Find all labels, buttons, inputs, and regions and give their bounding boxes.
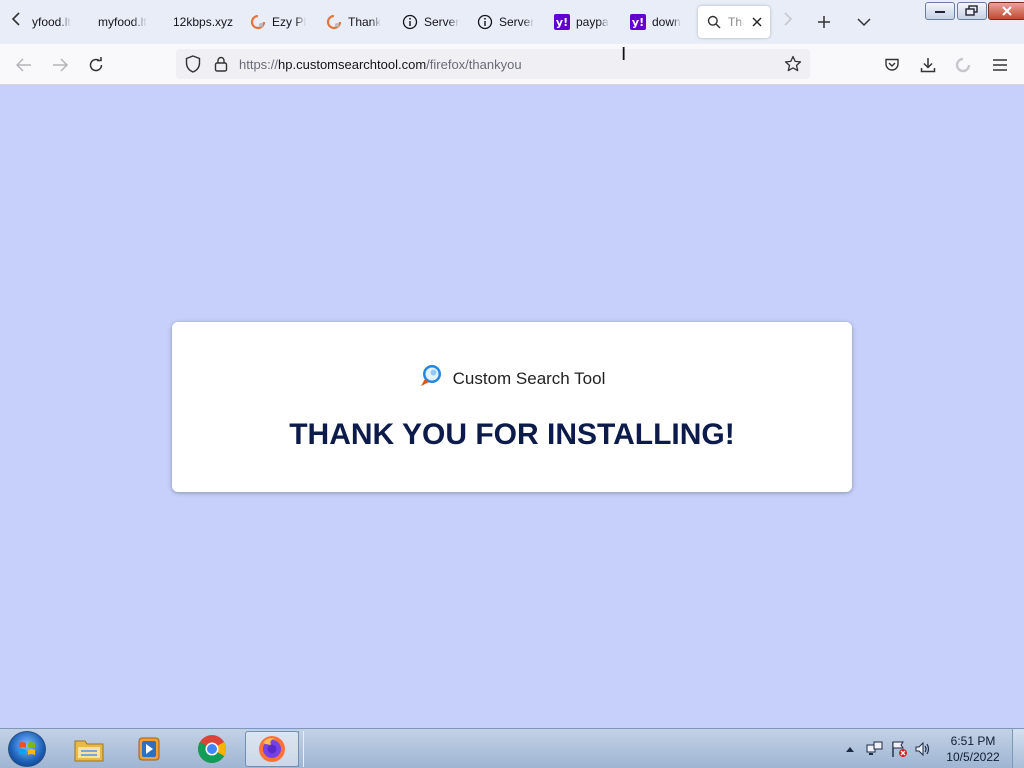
chevron-down-icon	[857, 18, 871, 27]
speaker-icon	[915, 741, 930, 757]
show-hidden-icons-button[interactable]	[842, 739, 858, 759]
url-path: /firefox/thankyou	[426, 57, 522, 72]
info-icon	[402, 14, 418, 30]
show-desktop-button[interactable]	[1012, 729, 1024, 768]
tab-yfood[interactable]: yfood.lt	[32, 6, 80, 38]
tab-strip: yfood.lt myfood.lt 12kbps.xyz Ezy PD Tha…	[0, 0, 1024, 44]
yahoo-icon: y!	[630, 14, 646, 30]
tab-12kbps[interactable]: 12kbps.xyz	[173, 6, 235, 38]
firefox-icon	[259, 736, 285, 762]
tab-thank[interactable]: Thank	[326, 6, 382, 38]
url-host: hp.customsearchtool.com	[278, 57, 427, 72]
brand-name: Custom Search Tool	[452, 368, 606, 388]
minimize-icon	[935, 11, 945, 13]
taskbar-chrome[interactable]	[185, 731, 239, 767]
brand-header: Custom Search Tool	[172, 364, 852, 393]
yahoo-icon: y!	[554, 14, 570, 30]
network-tray-icon[interactable]	[864, 739, 886, 759]
close-icon	[1002, 6, 1012, 16]
downloads-button[interactable]	[915, 52, 941, 78]
close-tab-icon[interactable]	[752, 15, 762, 30]
action-center-tray-icon[interactable]	[888, 739, 910, 759]
tab-server-2[interactable]: Server	[477, 6, 535, 38]
pocket-icon	[885, 58, 899, 71]
app-menu-button[interactable]	[987, 52, 1013, 78]
tab-download[interactable]: y! down	[630, 6, 686, 38]
windows-taskbar: 6:51 PM 10/5/2022	[0, 728, 1024, 768]
tab-label: Tha	[728, 15, 744, 29]
extension-button[interactable]	[950, 52, 976, 78]
windows-logo-icon	[19, 742, 35, 755]
hamburger-menu-icon	[993, 59, 1007, 71]
taskbar-separator	[298, 731, 304, 767]
scroll-tabs-right-button[interactable]	[778, 12, 798, 32]
taskbar-firefox[interactable]	[245, 731, 299, 767]
tab-server-1[interactable]: Server	[402, 6, 460, 38]
plus-icon	[818, 16, 830, 28]
tab-label: Server	[499, 15, 535, 29]
tab-label: 12kbps.xyz	[173, 15, 234, 29]
chevron-up-icon	[846, 747, 854, 752]
url-scheme: https://	[239, 57, 279, 72]
media-player-icon	[138, 737, 160, 761]
reload-icon	[89, 57, 103, 72]
close-window-button[interactable]	[988, 2, 1024, 20]
list-all-tabs-button[interactable]	[852, 10, 876, 34]
address-bar[interactable]: https://hp.customsearchtool.com/firefox/…	[176, 49, 810, 79]
reload-button[interactable]	[83, 52, 109, 78]
tab-label: Server	[424, 15, 460, 29]
taskbar-explorer[interactable]	[62, 731, 116, 767]
new-tab-button[interactable]	[812, 10, 836, 34]
folder-icon	[74, 740, 104, 762]
text-cursor-icon: I	[621, 44, 627, 65]
minimize-button[interactable]	[925, 2, 955, 20]
chrome-icon	[198, 735, 226, 763]
custom-search-tool-logo-icon	[419, 364, 443, 393]
back-button[interactable]	[11, 52, 37, 78]
clock-time: 6:51 PM	[950, 734, 996, 748]
network-icon	[866, 741, 883, 755]
tab-myfood[interactable]: myfood.lt	[98, 6, 152, 38]
download-icon	[920, 58, 936, 73]
tab-ezy-pdf[interactable]: Ezy PD	[250, 6, 306, 38]
tab-label: Thank	[348, 15, 382, 29]
volume-tray-icon[interactable]	[912, 739, 934, 759]
extension-icon	[955, 57, 971, 73]
navigation-toolbar: https://hp.customsearchtool.com/firefox/…	[0, 44, 1024, 85]
restore-button[interactable]	[957, 2, 987, 20]
restore-icon	[965, 5, 978, 16]
forward-arrow-icon	[53, 58, 68, 72]
orange-c-icon	[250, 14, 266, 30]
clock-date: 10/5/2022	[946, 750, 1000, 764]
scroll-tabs-left-button[interactable]	[6, 12, 26, 32]
forward-button[interactable]	[47, 52, 73, 78]
tab-label: paypa	[576, 15, 609, 29]
back-arrow-icon	[16, 58, 31, 72]
info-icon	[477, 14, 493, 30]
url-text[interactable]: https://hp.customsearchtool.com/firefox/…	[239, 57, 522, 72]
system-clock[interactable]: 6:51 PM 10/5/2022	[938, 733, 1008, 765]
tracking-protection-shield-icon[interactable]	[184, 55, 202, 73]
flag-alert-icon	[892, 741, 907, 757]
search-icon	[706, 14, 722, 30]
tab-label: myfood.lt	[98, 15, 147, 29]
lock-icon[interactable]	[212, 55, 230, 73]
tab-thankyou-active[interactable]: Tha	[698, 6, 770, 38]
bookmark-star-icon[interactable]	[784, 55, 802, 73]
tab-paypal[interactable]: y! paypa	[554, 6, 612, 38]
thank-you-headline: THANK YOU FOR INSTALLING!	[289, 418, 735, 451]
tab-label: down	[652, 15, 681, 29]
orange-c-icon	[326, 14, 342, 30]
thank-you-card: Custom Search Tool THANK YOU FOR INSTALL…	[172, 322, 852, 492]
pocket-button[interactable]	[879, 52, 905, 78]
tab-label: yfood.lt	[32, 15, 71, 29]
start-button[interactable]	[8, 731, 46, 767]
taskbar-media-player[interactable]	[122, 731, 176, 767]
tab-label: Ezy PD	[272, 15, 306, 29]
